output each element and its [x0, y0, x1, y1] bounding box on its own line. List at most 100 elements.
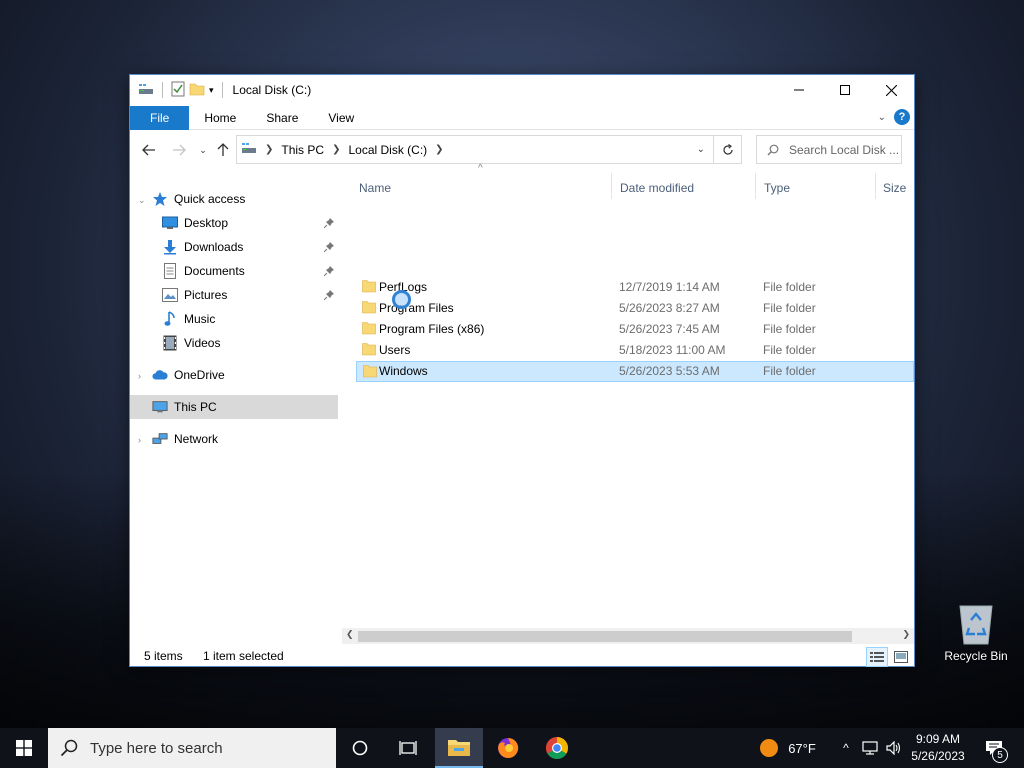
file-name: Users [379, 343, 411, 357]
cloud-icon [152, 367, 168, 383]
music-icon [162, 311, 178, 327]
back-button[interactable] [140, 141, 158, 159]
table-row-selected[interactable]: Windows 5/26/2023 5:53 AM File folder [356, 361, 914, 382]
nav-onedrive[interactable]: OneDrive [130, 363, 338, 387]
tab-file[interactable]: File [130, 105, 190, 130]
minimize-button[interactable] [776, 75, 822, 105]
task-view-icon [399, 741, 417, 755]
file-date: 5/26/2023 7:45 AM [619, 322, 720, 336]
column-header-date-modified[interactable]: Date modified [620, 177, 694, 199]
documents-icon [162, 263, 178, 279]
folder-icon [362, 300, 376, 317]
column-header-name[interactable]: Name [359, 177, 391, 199]
taskbar: Type here to search 67°F ^ 9:09 AM 5/26/… [0, 728, 1024, 768]
up-button[interactable] [214, 141, 232, 159]
chevron-right-icon[interactable]: ❯ [265, 144, 273, 155]
refresh-button[interactable] [714, 135, 742, 164]
scroll-left-icon[interactable]: ❮ [346, 629, 354, 640]
column-header-type[interactable]: Type [764, 177, 790, 199]
recycle-bin-icon [959, 605, 993, 645]
taskbar-firefox[interactable] [486, 728, 530, 768]
nav-item-videos[interactable]: Videos [130, 331, 338, 355]
table-row[interactable]: Users 5/18/2023 11:00 AM File folder [356, 340, 914, 361]
folder-icon [362, 279, 376, 296]
weather-temperature[interactable]: 67°F [784, 728, 820, 768]
address-bar[interactable]: ❯ This PC ❯ Local Disk (C:) ❯ ⌄ [236, 135, 714, 164]
table-row[interactable]: PerfLogs 12/7/2019 1:14 AM File folder [356, 277, 914, 298]
address-dropdown-icon[interactable]: ⌄ [697, 144, 705, 155]
ribbon-tab-bar: File Home Share View ⌄ ? [130, 105, 914, 130]
notification-center-button[interactable]: 5 [978, 728, 1010, 768]
pictures-icon [162, 287, 178, 303]
volume-icon[interactable] [882, 728, 906, 768]
tab-home[interactable]: Home [189, 106, 251, 130]
videos-icon [162, 335, 178, 351]
expand-ribbon-icon[interactable]: ⌄ [878, 112, 886, 123]
nav-item-downloads[interactable]: Downloads [130, 235, 338, 259]
forward-button[interactable] [170, 141, 188, 159]
desktop-recycle-bin[interactable]: Recycle Bin [940, 602, 1012, 663]
scroll-right-icon[interactable]: ❯ [902, 629, 910, 640]
taskbar-chrome[interactable] [535, 728, 579, 768]
scrollbar-thumb[interactable] [358, 631, 852, 642]
close-button[interactable] [868, 75, 914, 105]
title-bar[interactable]: ▾ Local Disk (C:) [130, 75, 914, 105]
taskbar-file-explorer[interactable] [435, 728, 483, 768]
nav-item-documents[interactable]: Documents [130, 259, 338, 283]
nav-item-music[interactable]: Music [130, 307, 338, 331]
table-row[interactable]: Program Files 5/26/2023 8:27 AM File fol… [356, 298, 914, 319]
details-view-button[interactable] [866, 647, 888, 667]
nav-quick-access[interactable]: Quick access [130, 187, 338, 211]
nav-item-pictures[interactable]: Pictures [130, 283, 338, 307]
folder-icon [362, 321, 376, 338]
horizontal-scrollbar[interactable]: ❮ ❯ [342, 628, 914, 644]
show-hidden-icons-icon[interactable]: ^ [836, 728, 856, 768]
chevron-right-icon[interactable]: ❯ [332, 144, 340, 155]
large-icons-view-button[interactable] [890, 647, 912, 667]
taskbar-clock[interactable]: 9:09 AM 5/26/2023 [906, 731, 970, 765]
file-type: File folder [763, 322, 816, 336]
table-row[interactable]: Program Files (x86) 5/26/2023 7:45 AM Fi… [356, 319, 914, 340]
nav-item-desktop[interactable]: Desktop [130, 211, 338, 235]
nav-network[interactable]: Network [130, 427, 338, 451]
breadcrumb-local-disk[interactable]: Local Disk (C:) [348, 143, 427, 157]
nav-this-pc[interactable]: This PC [130, 395, 338, 419]
column-divider[interactable] [875, 173, 876, 199]
pin-icon[interactable] [323, 265, 334, 279]
cortana-button[interactable] [340, 728, 380, 768]
breadcrumb-this-pc[interactable]: This PC [281, 143, 324, 157]
column-divider[interactable] [611, 173, 612, 199]
start-button[interactable] [0, 728, 48, 768]
file-date: 5/26/2023 5:53 AM [619, 364, 720, 378]
file-date: 12/7/2019 1:14 AM [619, 280, 720, 294]
ribbon-right-controls: ⌄ ? [878, 109, 910, 125]
network-status-icon[interactable] [858, 728, 882, 768]
column-header-size[interactable]: Size [883, 177, 906, 199]
computer-icon [152, 399, 168, 415]
quick-access-toolbar: ▾ [138, 81, 227, 100]
taskbar-search-box[interactable]: Type here to search [48, 728, 336, 768]
pin-icon[interactable] [323, 241, 334, 255]
tab-share[interactable]: Share [251, 106, 313, 130]
task-view-button[interactable] [388, 728, 428, 768]
nav-label: Downloads [184, 240, 244, 254]
nav-label: Pictures [184, 288, 228, 302]
file-date: 5/18/2023 11:00 AM [619, 343, 726, 357]
maximize-button[interactable] [822, 75, 868, 105]
column-divider[interactable] [755, 173, 756, 199]
pin-icon[interactable] [323, 289, 334, 303]
toolbar-divider [221, 82, 223, 98]
weather-widget[interactable] [756, 728, 782, 768]
forward-arrow-icon [173, 144, 186, 156]
pin-icon[interactable] [323, 217, 334, 231]
file-type: File folder [763, 301, 816, 315]
tab-view[interactable]: View [313, 106, 369, 130]
properties-icon[interactable] [171, 81, 185, 100]
customize-toolbar-icon[interactable]: ▾ [209, 85, 214, 96]
new-folder-icon[interactable] [189, 81, 205, 100]
recent-locations-button[interactable]: ⌄ [194, 141, 212, 159]
search-box[interactable]: Search Local Disk ... [756, 135, 902, 164]
item-count: 5 items [144, 649, 183, 663]
chevron-right-icon[interactable]: ❯ [435, 144, 443, 155]
help-icon[interactable]: ? [894, 109, 910, 125]
